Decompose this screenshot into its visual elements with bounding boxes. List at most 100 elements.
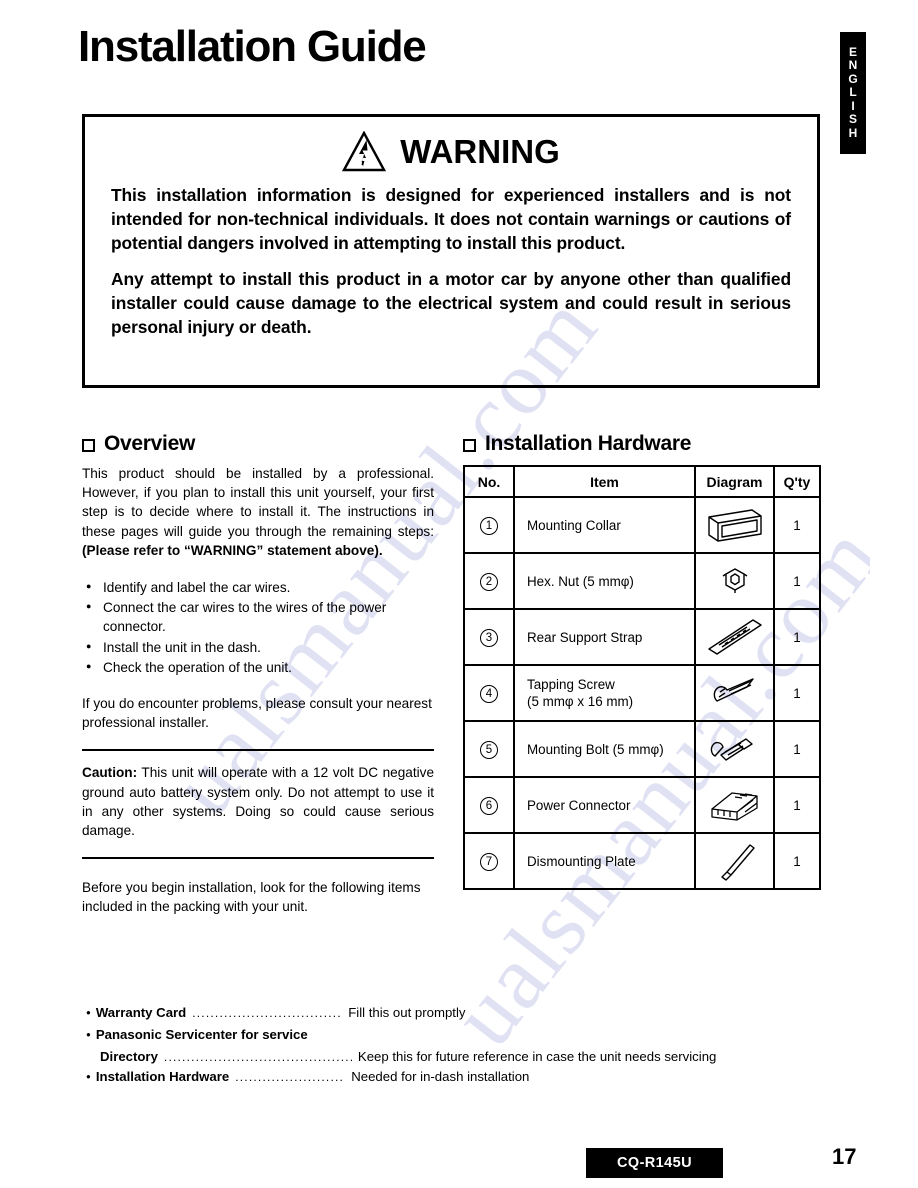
row-number: 2 — [463, 552, 515, 610]
row-diagram — [694, 664, 775, 722]
model-number-badge: CQ-R145U — [586, 1148, 723, 1178]
language-tab-letter: N — [848, 58, 858, 73]
row-qty: 1 — [773, 608, 821, 666]
language-tab-letter: I — [851, 98, 855, 113]
row-diagram — [694, 720, 775, 778]
packing-item-name: Panasonic Servicenter for service — [95, 1027, 308, 1042]
packing-item-description: Needed for in-dash installation — [351, 1069, 530, 1084]
table-row: 7 Dismounting Plate 1 — [463, 832, 821, 890]
language-tab-english: E N G L I S H — [840, 32, 866, 154]
square-bullet-icon — [82, 438, 95, 452]
packing-item-continuation-name: Directory — [100, 1049, 158, 1064]
circled-number: 7 — [480, 852, 498, 871]
list-item: ● Installation Hardware ................… — [86, 1067, 846, 1089]
list-item: Install the unit in the dash. — [82, 637, 434, 657]
language-tab-letter: L — [849, 85, 857, 100]
row-item-name: Tapping Screw (5 mmφ x 16 mm) — [513, 664, 696, 722]
warning-lightning-triangle-icon — [342, 131, 387, 172]
page-number: 17 — [832, 1144, 857, 1169]
table-row: 5 Mounting Bolt (5 mmφ) 1 — [463, 720, 821, 778]
overview-intro-paragraph: This product should be installed by a pr… — [82, 464, 434, 560]
table-header-row: No. Item Diagram Q'ty — [463, 465, 821, 498]
row-item-name: Mounting Bolt (5 mmφ) — [513, 720, 696, 778]
row-item-name-line1: Tapping Screw — [527, 677, 615, 692]
row-item-name: Mounting Collar — [513, 496, 696, 554]
list-item: ● Warranty Card ........................… — [86, 1003, 846, 1025]
row-qty: 1 — [773, 776, 821, 834]
table-row: 6 Power Connector 1 — [463, 776, 821, 834]
page-title: Installation Guide — [78, 22, 427, 71]
overview-heading-label: Overview — [104, 432, 195, 455]
caution-label: Caution: — [82, 765, 138, 781]
document-page: Installation Guide E N G L I S H WARNING… — [0, 0, 918, 1188]
row-number: 6 — [463, 776, 515, 834]
warning-box: WARNING This installation information is… — [82, 114, 820, 388]
circled-number: 2 — [480, 572, 498, 591]
hardware-column: Installation Hardware No. Item Diagram Q… — [463, 432, 821, 890]
before-begin-paragraph: Before you begin installation, look for … — [82, 880, 421, 915]
table-row: 3 Rear Support Strap 1 — [463, 608, 821, 666]
bullet-icon: ● — [86, 1008, 91, 1017]
row-number: 4 — [463, 664, 515, 722]
circled-number: 1 — [480, 516, 498, 535]
row-qty: 1 — [773, 832, 821, 890]
list-item: Check the operation of the unit. — [82, 657, 434, 677]
list-item-continuation: Directory ..............................… — [86, 1047, 846, 1067]
row-number: 1 — [463, 496, 515, 554]
row-item-name: Power Connector — [513, 776, 696, 834]
circled-number: 3 — [480, 628, 498, 647]
packing-item-description: Fill this out promptly — [348, 1005, 466, 1020]
tapping-screw-icon — [713, 678, 754, 702]
row-diagram — [694, 608, 775, 666]
overview-heading: Overview — [82, 432, 434, 456]
warning-paragraph-2: Any attempt to install this product in a… — [111, 269, 791, 337]
row-diagram — [694, 832, 775, 890]
hardware-heading: Installation Hardware — [463, 432, 819, 456]
overview-intro-normal: This product should be installed by a pr… — [82, 466, 434, 539]
row-number: 3 — [463, 608, 515, 666]
circled-number: 5 — [480, 740, 498, 759]
column-header-no: No. — [463, 465, 515, 498]
leader-dots: ........................................… — [163, 1050, 352, 1064]
list-item: Connect the car wires to the wires of th… — [82, 597, 434, 636]
packing-item-description: Keep this for future reference in case t… — [357, 1049, 717, 1064]
warning-header: WARNING — [111, 131, 791, 173]
warning-paragraph-1: This installation information is designe… — [111, 185, 791, 253]
dismounting-plate-icon — [720, 844, 755, 881]
circled-number: 6 — [480, 796, 498, 815]
overview-followup-paragraph: If you do encounter problems, please con… — [82, 696, 432, 731]
language-tab-letter: G — [848, 71, 858, 86]
warning-heading: WARNING — [400, 133, 560, 170]
language-tab-letter: H — [848, 125, 858, 140]
row-qty: 1 — [773, 664, 821, 722]
circled-number: 4 — [480, 684, 498, 703]
language-tab-letter: S — [848, 112, 857, 127]
language-tab-letter: E — [848, 44, 857, 59]
hardware-heading-label: Installation Hardware — [485, 432, 692, 455]
column-header-item: Item — [513, 465, 696, 498]
divider-bottom — [82, 857, 434, 860]
row-item-name-line2: (5 mmφ x 16 mm) — [527, 694, 634, 709]
column-header-diagram: Diagram — [694, 465, 775, 498]
column-header-qty: Q'ty — [773, 465, 821, 498]
row-item-name: Hex. Nut (5 mmφ) — [513, 552, 696, 610]
hex-nut-icon — [722, 568, 747, 593]
row-diagram — [694, 776, 775, 834]
row-number: 5 — [463, 720, 515, 778]
installation-hardware-table: No. Item Diagram Q'ty 1 Mounting Collar — [463, 465, 821, 890]
bullet-icon: ● — [86, 1030, 91, 1039]
list-item: Identify and label the car wires. — [82, 577, 434, 597]
list-item: ● Panasonic Servicenter for service — [86, 1025, 846, 1047]
overview-step-list: Identify and label the car wires. Connec… — [82, 577, 434, 677]
overview-intro-bold: (Please refer to “WARNING” statement abo… — [82, 542, 383, 558]
divider-top — [82, 749, 434, 752]
rear-support-strap-icon — [707, 619, 762, 655]
table-row: 4 Tapping Screw (5 mmφ x 16 mm) 1 — [463, 664, 821, 722]
caution-paragraph: Caution: This unit will operate with a 1… — [82, 763, 434, 840]
packing-item-name: Warranty Card — [95, 1005, 187, 1020]
row-qty: 1 — [773, 552, 821, 610]
table-row: 1 Mounting Collar 1 — [463, 496, 821, 554]
packing-item-name: Installation Hardware — [95, 1069, 230, 1084]
bullet-icon: ● — [86, 1072, 91, 1081]
row-item-name: Dismounting Plate — [513, 832, 696, 890]
